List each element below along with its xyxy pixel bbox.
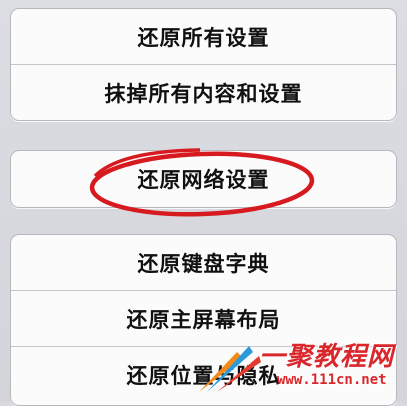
reset-location-privacy-label: 还原位置与隐私: [126, 363, 281, 388]
reset-location-privacy-button[interactable]: 还原位置与隐私: [11, 347, 396, 402]
reset-network-settings-button[interactable]: 还原网络设置: [11, 151, 396, 207]
reset-all-settings-label: 还原所有设置: [137, 25, 270, 50]
reset-home-screen-layout-label: 还原主屏幕布局: [126, 307, 281, 332]
erase-all-content-label: 抹掉所有内容和设置: [104, 81, 303, 106]
reset-network-settings-label: 还原网络设置: [137, 168, 270, 192]
reset-all-settings-button[interactable]: 还原所有设置: [11, 9, 396, 65]
reset-group-network: 还原网络设置: [10, 150, 397, 208]
reset-home-screen-layout-button[interactable]: 还原主屏幕布局: [11, 291, 396, 347]
reset-keyboard-dictionary-label: 还原键盘字典: [137, 251, 270, 276]
reset-group-general: 还原所有设置 抹掉所有内容和设置: [10, 8, 397, 121]
erase-all-content-button[interactable]: 抹掉所有内容和设置: [11, 65, 396, 120]
reset-group-other: 还原键盘字典 还原主屏幕布局 还原位置与隐私: [10, 234, 397, 406]
reset-settings-screen: 还原所有设置 抹掉所有内容和设置 还原网络设置 还原键盘字典 还原主屏幕布局 还…: [0, 0, 407, 406]
reset-keyboard-dictionary-button[interactable]: 还原键盘字典: [11, 235, 396, 291]
